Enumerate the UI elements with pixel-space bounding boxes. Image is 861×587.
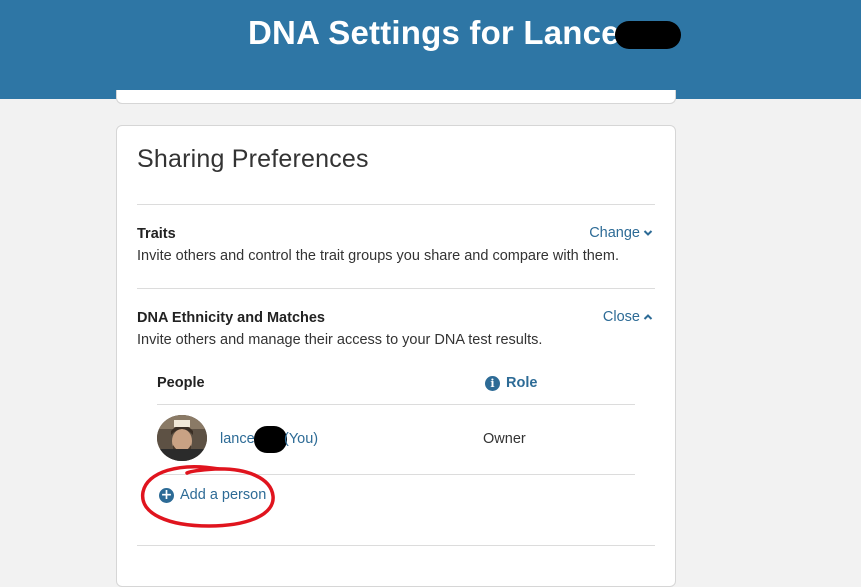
toggle-label: Close — [602, 309, 640, 325]
page-title: DNA Settings for Lance — [248, 14, 620, 51]
plus-circle-icon: + — [159, 486, 174, 503]
page-header: DNA Settings for Lance — [0, 0, 861, 99]
chevron-up-icon — [643, 314, 653, 320]
previous-card — [116, 90, 676, 104]
role-header-label: Role — [506, 375, 538, 391]
avatar — [157, 415, 207, 461]
divider — [137, 545, 655, 546]
role-column-header[interactable]: i Role — [485, 375, 537, 391]
dna-matches-section-title: DNA Ethnicity and Matches — [137, 310, 325, 326]
sharing-preferences-card: Sharing Preferences Traits Change Invite… — [116, 125, 676, 587]
dna-matches-section-description: Invite others and manage their access to… — [137, 332, 543, 348]
card-title: Sharing Preferences — [137, 145, 369, 173]
redaction-mark — [254, 426, 287, 453]
add-person-button[interactable]: + Add a person — [159, 487, 266, 503]
traits-change-button[interactable]: Change — [589, 225, 653, 241]
table-divider — [157, 474, 635, 475]
traits-section-description: Invite others and control the trait grou… — [137, 248, 619, 264]
info-icon[interactable]: i — [485, 375, 500, 391]
dna-matches-close-button[interactable]: Close — [603, 309, 653, 325]
you-label: (You) — [284, 431, 319, 447]
table-divider — [157, 404, 635, 405]
divider — [137, 288, 655, 289]
redaction-mark — [615, 21, 681, 49]
traits-section-title: Traits — [137, 226, 176, 242]
toggle-label: Change — [589, 225, 640, 241]
add-person-label: Add a person — [180, 487, 267, 503]
person-role: Owner — [483, 431, 526, 447]
people-column-header: People — [157, 375, 205, 391]
chevron-down-icon — [643, 230, 653, 236]
divider — [137, 204, 655, 205]
person-name-link[interactable]: lance — [220, 431, 255, 447]
